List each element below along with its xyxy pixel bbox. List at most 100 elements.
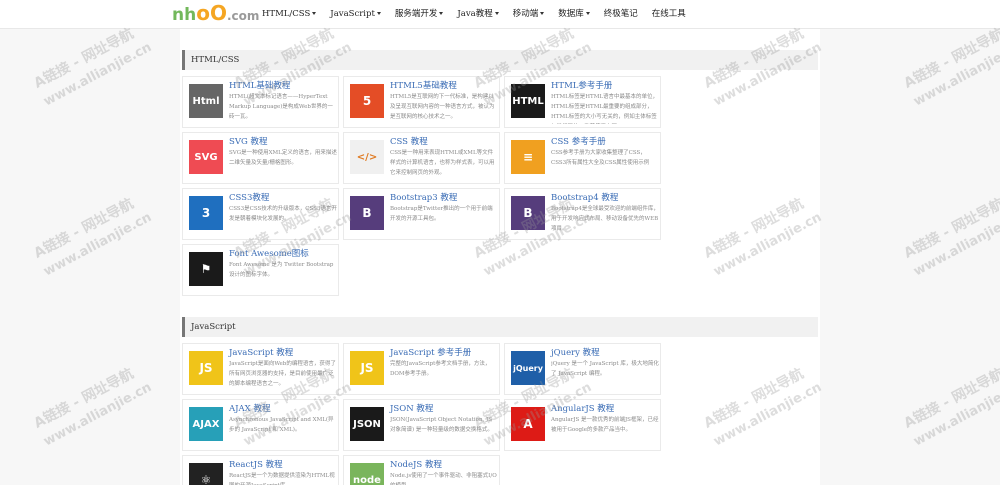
tutorial-card[interactable]: SVG SVG 教程 SVG是一种使用XML定义的语言，用来描述二维矢量及矢量/栅格… bbox=[182, 132, 339, 184]
tutorial-card[interactable]: A AngularJS 教程 AngularJS 是一款优秀的前端JS框架，已经被用… bbox=[504, 399, 661, 451]
logo-text-oo: oO bbox=[196, 1, 227, 25]
reactjs-icon: ⚛ bbox=[189, 463, 223, 485]
watermark-line2: www.allianjie.cn bbox=[911, 209, 1000, 280]
card-icon-text: B bbox=[362, 206, 372, 220]
card-title[interactable]: CSS 参考手册 bbox=[551, 135, 606, 147]
nav-item-4[interactable]: 移动端 bbox=[506, 0, 552, 28]
json-icon: JSON bbox=[350, 407, 384, 441]
tutorial-card[interactable]: B Bootstrap4 教程 Bootstrap4是全球最受欢迎的前端组件库，用于… bbox=[504, 188, 661, 240]
top-navbar: nhoO.com HTML/CSS JavaScript 服务端开发 Java教程 移动… bbox=[0, 0, 1000, 29]
card-icon-text: 3 bbox=[201, 206, 211, 220]
tutorial-card[interactable]: jQuery jQuery 教程 jQuery 是一个 JavaScript 库，极… bbox=[504, 343, 661, 395]
card-icon-text: JS bbox=[360, 361, 374, 375]
tutorial-card[interactable]: HTML HTML参考手册 HTML标签是HTML语言中最基本的单位，HTML标签是… bbox=[504, 76, 661, 128]
card-icon-text: ⚛ bbox=[200, 473, 212, 485]
card-description: Font Awesome 是为 Twitter Bootstrap 设计的图标字… bbox=[229, 262, 334, 278]
angularjs-icon: A bbox=[511, 407, 545, 441]
card-title[interactable]: Bootstrap4 教程 bbox=[551, 191, 618, 203]
nav-item-label: JavaScript bbox=[330, 9, 375, 19]
card-icon-text: </> bbox=[356, 151, 378, 163]
tutorial-card[interactable]: 3 CSS3教程 CSS3是CSS技术的升级版本，CSS3语言开发是朝着模块化发展的… bbox=[182, 188, 339, 240]
css3-icon: 3 bbox=[189, 196, 223, 230]
card-title[interactable]: HTML5基础教程 bbox=[390, 79, 457, 91]
tutorial-card[interactable]: Html HTML基础教程 HTML(超文本标记语言——HyperText Mark… bbox=[182, 76, 339, 128]
card-title[interactable]: HTML基础教程 bbox=[229, 79, 290, 91]
tutorial-card[interactable]: 5 HTML5基础教程 HTML5是互联网的下一代标准，是构建以及呈现互联网内容的一… bbox=[343, 76, 500, 128]
card-description: CSS3是CSS技术的升级版本，CSS3语言开发是朝着模块化发展的。 bbox=[229, 206, 337, 222]
caret-down-icon bbox=[585, 12, 590, 15]
card-title[interactable]: JSON 教程 bbox=[390, 402, 433, 414]
card-description: HTML标签是HTML语言中最基本的单位，HTML标签是HTML最重要的组成部分… bbox=[551, 94, 658, 120]
caret-down-icon bbox=[540, 12, 545, 15]
nav-item-label: 在线工具 bbox=[651, 9, 686, 19]
card-description: JavaScript是面向Web的编程语言，获得了所有网页浏览器的支持，是目前使… bbox=[229, 361, 336, 387]
tutorial-card[interactable]: ⚑ Font Awesome图标 Font Awesome 是为 Twitter B… bbox=[182, 244, 339, 296]
watermark-line1: A链接 - 网址导航 bbox=[31, 25, 137, 92]
nav-item-0[interactable]: HTML/CSS bbox=[255, 0, 323, 28]
card-title[interactable]: CSS3教程 bbox=[229, 191, 269, 203]
nav-item-1[interactable]: JavaScript bbox=[323, 0, 388, 28]
card-icon-text: JSON bbox=[353, 418, 381, 430]
card-title[interactable]: Bootstrap3 教程 bbox=[390, 191, 457, 203]
html-icon: Html bbox=[189, 84, 223, 118]
card-title[interactable]: CSS 教程 bbox=[390, 135, 428, 147]
tutorial-card[interactable]: ≡ CSS 参考手册 CSS参考手册为大家收集整理了CSS，CSS3所有属性大全及C… bbox=[504, 132, 661, 184]
nav-item-2[interactable]: 服务端开发 bbox=[388, 0, 451, 28]
card-description: Node.js使用了一个事件驱动、非阻塞式I/O的模型。 bbox=[390, 473, 497, 485]
card-title[interactable]: jQuery 教程 bbox=[551, 346, 600, 358]
bootstrap4-icon: B bbox=[511, 196, 545, 230]
tutorial-card[interactable]: AJAX AJAX 教程 Asynchronous JavaScript and X… bbox=[182, 399, 339, 451]
main-nav: HTML/CSS JavaScript 服务端开发 Java教程 移动端 数据库 终极笔记 在… bbox=[255, 0, 693, 28]
card-icon-text: AJAX bbox=[192, 418, 220, 430]
section-header-0: HTML/CSS bbox=[182, 50, 818, 70]
watermark-line2: www.allianjie.cn bbox=[911, 39, 1000, 110]
watermark: A链接 - 网址导航 www.allianjie.cn bbox=[900, 189, 1000, 280]
card-title[interactable]: HTML参考手册 bbox=[551, 79, 612, 91]
font-awesome-icon: ⚑ bbox=[189, 252, 223, 286]
html-reference-icon: HTML bbox=[511, 84, 545, 118]
card-icon-text: A bbox=[523, 417, 533, 431]
card-icon-text: node bbox=[353, 474, 381, 485]
card-title[interactable]: SVG 教程 bbox=[229, 135, 267, 147]
card-description: HTML(超文本标记语言——HyperText Markup Language)… bbox=[229, 94, 333, 120]
card-title[interactable]: ReactJS 教程 bbox=[229, 458, 283, 470]
watermark-line2: www.allianjie.cn bbox=[911, 379, 1000, 450]
watermark: A链接 - 网址导航 www.allianjie.cn bbox=[900, 359, 1000, 450]
nodejs-icon: node bbox=[350, 463, 384, 485]
card-title[interactable]: JavaScript 教程 bbox=[229, 346, 293, 358]
card-icon-text: SVG bbox=[194, 151, 218, 163]
card-icon-text: HTML bbox=[512, 95, 544, 107]
section-header-1: JavaScript bbox=[182, 317, 818, 337]
ajax-icon: AJAX bbox=[189, 407, 223, 441]
tutorial-card[interactable]: B Bootstrap3 教程 Bootstrap是Twitter推出的一个用于前端… bbox=[343, 188, 500, 240]
tutorial-card[interactable]: node NodeJS 教程 Node.js使用了一个事件驱动、非阻塞式I/O的模型… bbox=[343, 455, 500, 485]
card-title[interactable]: NodeJS 教程 bbox=[390, 458, 442, 470]
watermark-line2: www.allianjie.cn bbox=[41, 379, 155, 450]
caret-down-icon bbox=[312, 12, 317, 15]
card-description: SVG是一种使用XML定义的语言，用来描述二维矢量及矢量/栅格图形。 bbox=[229, 150, 337, 166]
watermark-line2: www.allianjie.cn bbox=[41, 39, 155, 110]
tutorial-card[interactable]: JS JavaScript 教程 JavaScript是面向Web的编程语言，获得了… bbox=[182, 343, 339, 395]
tutorial-card[interactable]: ⚛ ReactJS 教程 ReactJS是一个为数据提供渲染为HTML视图的开源Ja… bbox=[182, 455, 339, 485]
bootstrap3-icon: B bbox=[350, 196, 384, 230]
nav-item-6[interactable]: 终极笔记 bbox=[597, 0, 645, 28]
card-title[interactable]: AJAX 教程 bbox=[229, 402, 270, 414]
tutorial-card[interactable]: JSON JSON 教程 JSON(JavaScript Object Notati… bbox=[343, 399, 500, 451]
nav-item-label: 移动端 bbox=[512, 9, 539, 19]
card-description: HTML5是互联网的下一代标准，是构建以及呈现互联网内容的一种语言方式，被认为是… bbox=[390, 94, 495, 120]
watermark-line2: www.allianjie.cn bbox=[41, 209, 155, 280]
site-logo[interactable]: nhoO.com bbox=[172, 0, 259, 28]
card-title[interactable]: JavaScript 参考手册 bbox=[390, 346, 471, 358]
nav-item-7[interactable]: 在线工具 bbox=[645, 0, 693, 28]
watermark-line1: A链接 - 网址导航 bbox=[901, 25, 1000, 92]
tutorial-card[interactable]: JS JavaScript 参考手册 完整的JavaScript参考文档手册，方法，… bbox=[343, 343, 500, 395]
card-icon-text: Html bbox=[192, 95, 220, 107]
card-description: Bootstrap4是全球最受欢迎的前端组件库，用于开发响应式布局、移动设备优先… bbox=[551, 206, 659, 232]
nav-item-label: 服务端开发 bbox=[394, 9, 438, 19]
card-title[interactable]: AngularJS 教程 bbox=[551, 402, 614, 414]
card-title[interactable]: Font Awesome图标 bbox=[229, 247, 309, 259]
watermark-line1: A链接 - 网址导航 bbox=[31, 195, 137, 262]
nav-item-5[interactable]: 数据库 bbox=[551, 0, 597, 28]
tutorial-card[interactable]: </> CSS 教程 CSS是一种用来表现HTML或XML等文件样式的计算机语言，也… bbox=[343, 132, 500, 184]
nav-item-3[interactable]: Java教程 bbox=[450, 0, 505, 28]
